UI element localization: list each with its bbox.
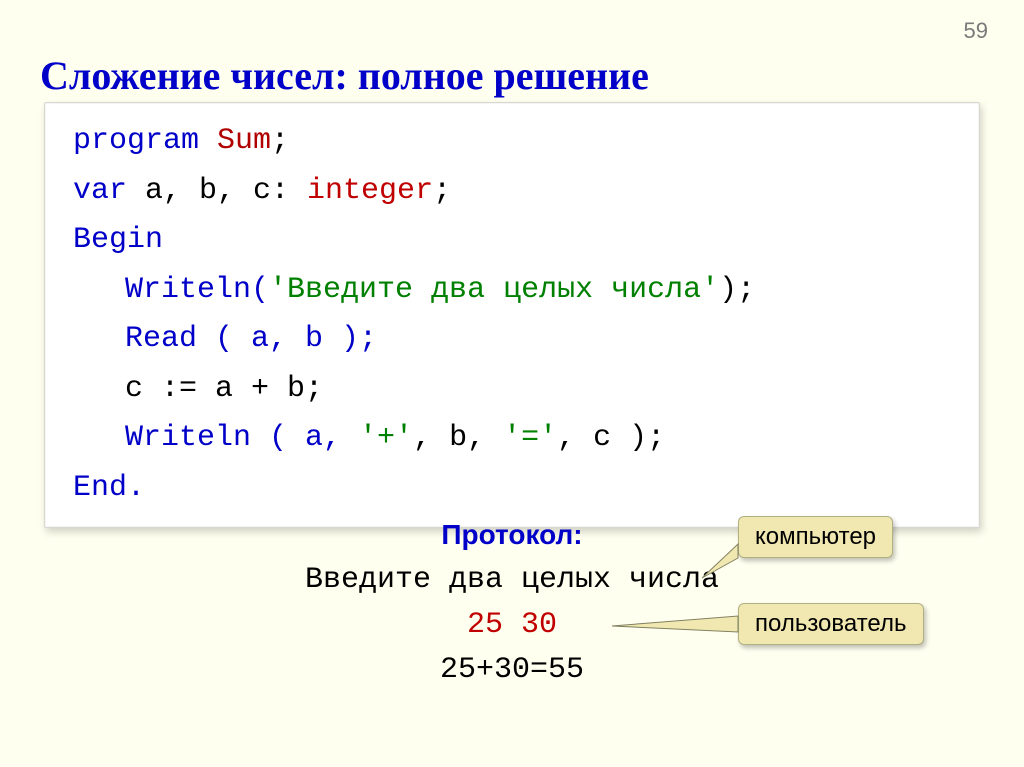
code-text: c := a + b; — [73, 365, 323, 415]
code-line: program Sum; — [73, 117, 951, 167]
code-text: ; — [271, 124, 289, 158]
code-line: Begin — [73, 216, 951, 266]
callout-arrow-icon — [610, 612, 760, 652]
protocol-output-line: Введите два целых числа — [0, 563, 1024, 597]
callout-user: пользователь — [738, 603, 924, 645]
kw-program: program — [73, 124, 217, 158]
protocol-result-line: 25+30=55 — [0, 653, 1024, 687]
str-literal: 'Введите два целых числа' — [269, 273, 719, 307]
code-line: Writeln ( a, '+', b, '=', c ); — [73, 414, 951, 464]
code-text: , b, — [413, 421, 503, 455]
kw-writeln: Writeln ( a, — [125, 421, 359, 455]
slide-title: Сложение чисел: полное решение — [40, 52, 649, 99]
code-line: c := a + b; — [73, 365, 951, 415]
code-text: ); — [719, 273, 755, 307]
code-line: Writeln('Введите два целых числа'); — [73, 266, 951, 316]
kw-var: var — [73, 174, 145, 208]
code-text: , c ); — [557, 421, 665, 455]
kw-integer: integer — [307, 174, 433, 208]
code-text: ; — [433, 174, 451, 208]
code-line: Read ( a, b ); — [73, 315, 951, 365]
callout-arrow-icon — [700, 540, 760, 600]
kw-begin: Begin — [73, 223, 163, 257]
callout-computer: компьютер — [738, 516, 893, 558]
code-text: a, b, c: — [145, 174, 307, 208]
ident-sum: Sum — [217, 124, 271, 158]
str-literal: '+' — [359, 421, 413, 455]
page-number: 59 — [964, 18, 988, 44]
kw-read: Read ( a, b ); — [73, 315, 377, 365]
code-listing: program Sum; var a, b, c: integer; Begin… — [44, 102, 980, 528]
code-line: var a, b, c: integer; — [73, 167, 951, 217]
kw-writeln: Writeln( — [125, 273, 269, 307]
kw-end: End. — [73, 471, 145, 505]
str-literal: '=' — [503, 421, 557, 455]
code-line: End. — [73, 464, 951, 514]
